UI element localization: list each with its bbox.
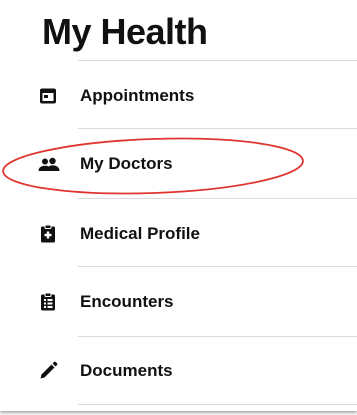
my-health-panel: My Health Appointments My Doctors Medica… [0, 0, 357, 411]
nav-item-label: My Doctors [80, 154, 173, 173]
nav-item-documents[interactable]: Documents [0, 343, 357, 399]
nav-item-label: Encounters [80, 292, 174, 311]
divider [78, 60, 357, 61]
nav-item-medical-profile[interactable]: Medical Profile [0, 206, 357, 262]
nav-item-label: Appointments [80, 86, 195, 105]
nav-item-appointments[interactable]: Appointments [0, 68, 357, 124]
divider [78, 128, 357, 129]
people-icon [38, 154, 60, 174]
divider [78, 336, 357, 337]
clipboard-icon [38, 224, 58, 244]
pencil-icon [38, 361, 58, 381]
nav-item-my-doctors[interactable]: My Doctors [0, 136, 357, 192]
clipboard-list-icon [38, 292, 58, 312]
nav-item-label: Documents [80, 361, 173, 380]
divider [78, 404, 357, 405]
nav-item-label: Medical Profile [80, 224, 200, 243]
calendar-icon [38, 86, 58, 106]
divider [78, 266, 357, 267]
nav-item-encounters[interactable]: Encounters [0, 274, 357, 330]
page-title: My Health [42, 11, 208, 52]
divider [78, 198, 357, 199]
